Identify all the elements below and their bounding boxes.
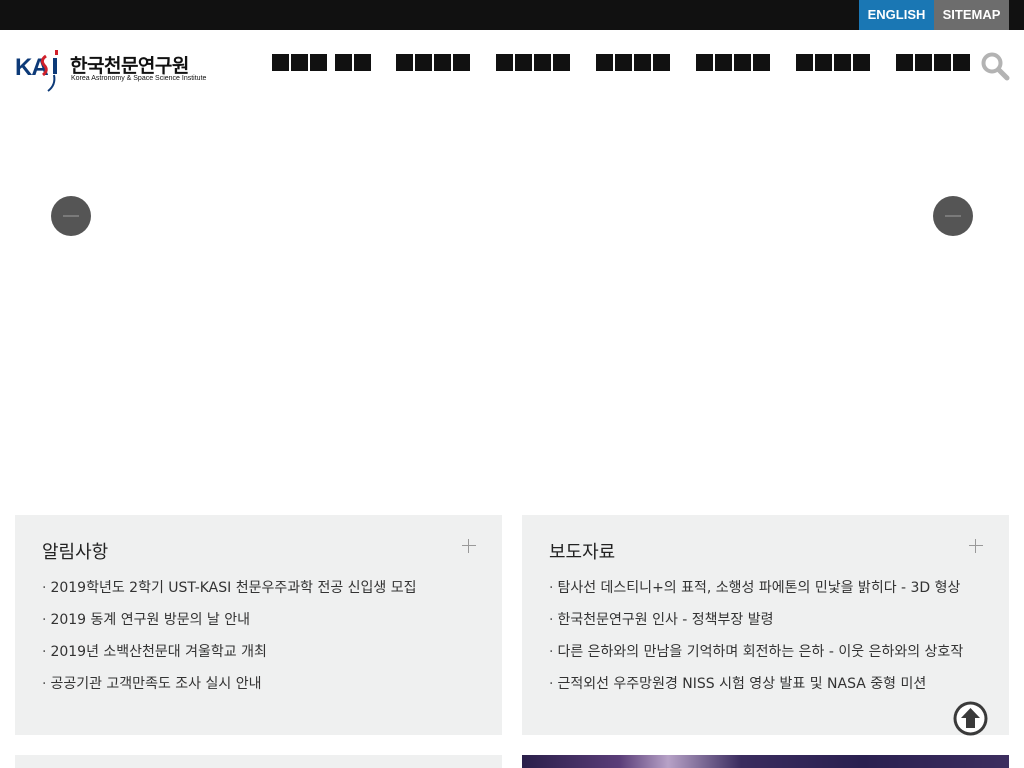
nav-item-4[interactable] (596, 54, 670, 71)
bottom-panel-left (15, 755, 502, 768)
kasi-logo[interactable]: KA 한국천문연구원 Korea Astronomy & Space Scien… (15, 42, 207, 94)
list-item[interactable]: · 다른 은하와의 만남을 기억하며 회전하는 은하 - 이웃 은하와의 상호작 (549, 641, 989, 673)
arrow-up-circle-icon[interactable] (953, 701, 988, 736)
search-icon[interactable] (980, 51, 1010, 81)
logo-name-english: Korea Astronomy & Space Science Institut… (71, 75, 207, 82)
site-header: KA 한국천문연구원 Korea Astronomy & Space Scien… (0, 30, 1024, 100)
bottom-banner-image[interactable] (522, 755, 1009, 768)
press-more-plus-icon[interactable] (969, 539, 983, 553)
sitemap-link[interactable]: SITEMAP (934, 0, 1009, 30)
press-board: 보도자료 · 탐사선 데스티니+의 표적, 소행성 파에톤의 민낯을 밝히다 - … (522, 515, 1009, 735)
nav-item-1[interactable] (272, 54, 371, 71)
list-item[interactable]: · 근적외선 우주망원경 NISS 시험 영상 발표 및 NASA 중형 미션 (549, 673, 989, 705)
nav-item-2[interactable] (396, 54, 470, 71)
list-item[interactable]: · 2019 동계 연구원 방문의 날 안내 (42, 609, 482, 641)
list-item[interactable]: · 2019학년도 2학기 UST-KASI 천문우주과학 전공 신입생 모집 (42, 577, 482, 609)
nav-item-3[interactable] (496, 54, 570, 71)
english-link[interactable]: ENGLISH (859, 0, 934, 30)
main-visual-slider (0, 100, 1024, 500)
slider-prev-button[interactable] (51, 196, 91, 236)
kasi-logo-mark-icon: KA (15, 50, 58, 92)
slider-next-button[interactable] (933, 196, 973, 236)
press-list: · 탐사선 데스티니+의 표적, 소행성 파에톤의 민낯을 밝히다 - 3D 형상… (549, 577, 989, 705)
notice-more-plus-icon[interactable] (462, 539, 476, 553)
nav-item-6[interactable] (796, 54, 870, 71)
press-board-title: 보도자료 (549, 542, 616, 563)
list-item[interactable]: · 2019년 소백산천문대 겨울학교 개최 (42, 641, 482, 673)
nav-item-7[interactable] (896, 54, 970, 71)
notice-list: · 2019학년도 2학기 UST-KASI 천문우주과학 전공 신입생 모집 ·… (42, 577, 482, 705)
list-item[interactable]: · 공공기관 고객만족도 조사 실시 안내 (42, 673, 482, 705)
list-item[interactable]: · 한국천문연구원 인사 - 정책부장 발령 (549, 609, 989, 641)
nav-item-5[interactable] (696, 54, 770, 71)
logo-name-korean: 한국천문연구원 (70, 55, 189, 77)
notice-board-title: 알림사항 (42, 542, 109, 563)
list-item[interactable]: · 탐사선 데스티니+의 표적, 소행성 파에톤의 민낯을 밝히다 - 3D 형상 (549, 577, 989, 609)
top-utility-bar: ENGLISH SITEMAP (0, 0, 1024, 30)
notice-board: 알림사항 · 2019학년도 2학기 UST-KASI 천문우주과학 전공 신입생… (15, 515, 502, 735)
